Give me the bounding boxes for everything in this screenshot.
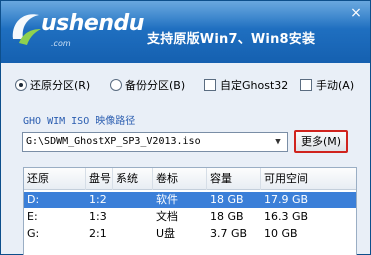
image-path-value: G:\SDWM_GhostXP_SP3_V2013.iso <box>26 136 201 147</box>
cell-system <box>113 192 153 208</box>
restore-radio[interactable] <box>15 79 27 91</box>
image-path-combobox[interactable]: G:\SDWM_GhostXP_SP3_V2013.iso ▼ <box>22 132 288 152</box>
backup-label: 备份分区(B) <box>125 79 186 92</box>
cell-capacity: 18 GB <box>210 193 244 206</box>
manual-option[interactable]: 手动(A) <box>300 75 354 95</box>
cell-free: 10 GB <box>264 227 298 240</box>
custom-ghost-option[interactable]: 自定Ghost32 <box>204 75 288 95</box>
manual-checkbox[interactable] <box>300 79 312 91</box>
mode-options: 还原分区(R) 备份分区(B) 自定Ghost32 手动(A) <box>13 75 360 95</box>
cell-system <box>113 209 153 225</box>
column-header[interactable]: 容量 <box>207 168 261 190</box>
table-row[interactable]: E: 1:3 文档 18 GB 16.3 GB <box>24 209 356 225</box>
logo-swoosh-icon <box>12 14 41 45</box>
cell-restore: E: <box>27 210 38 223</box>
column-header[interactable]: 可用空间 <box>261 168 356 190</box>
column-header[interactable]: 盘号 <box>86 168 113 190</box>
more-button[interactable]: 更多(M) <box>294 130 348 153</box>
close-button[interactable]: × <box>348 5 364 21</box>
restore-label: 还原分区(R) <box>30 79 91 92</box>
header-banner: ushendu .com 支持原版Win7、Win8安装 × <box>1 1 370 63</box>
table-row[interactable]: G: 2:1 U盘 3.7 GB 10 GB <box>24 226 356 242</box>
cell-capacity: 3.7 GB <box>210 227 248 240</box>
cell-disk: 2:1 <box>89 227 107 240</box>
backup-radio[interactable] <box>110 79 122 91</box>
cell-restore: D: <box>27 193 40 206</box>
logo-subtext: .com <box>51 39 71 48</box>
column-header[interactable]: 还原 <box>24 168 86 190</box>
table-row[interactable]: D: 1:2 软件 18 GB 17.9 GB <box>24 192 356 208</box>
cell-label: U盘 <box>156 227 176 240</box>
logo-text: ushendu <box>41 11 144 36</box>
manual-label: 手动(A) <box>316 79 355 92</box>
cell-system <box>113 226 153 242</box>
column-header[interactable]: 系统 <box>113 168 153 190</box>
cell-restore: G: <box>27 227 40 240</box>
restore-option[interactable]: 还原分区(R) <box>15 75 90 95</box>
table-header: 还原 盘号 系统 卷标 容量 可用空间 <box>24 168 356 190</box>
app-window: ushendu .com 支持原版Win7、Win8安装 × 还原分区(R) 备… <box>0 0 371 255</box>
custom-ghost-label: 自定Ghost32 <box>220 79 289 92</box>
image-path-label: GHO WIM ISO 映像路径 <box>23 116 136 127</box>
cell-free: 16.3 GB <box>264 210 309 223</box>
tagline: 支持原版Win7、Win8安装 <box>147 32 316 47</box>
partition-table: 还原 盘号 系统 卷标 容量 可用空间 D: 1:2 软件 18 GB 17.9… <box>23 167 357 255</box>
cell-capacity: 18 GB <box>210 210 244 223</box>
column-header[interactable]: 卷标 <box>153 168 207 190</box>
chevron-down-icon[interactable]: ▼ <box>271 133 285 151</box>
cell-label: 文档 <box>156 210 178 223</box>
backup-option[interactable]: 备份分区(B) <box>110 75 185 95</box>
cell-disk: 1:3 <box>89 210 107 223</box>
custom-ghost-checkbox[interactable] <box>204 79 216 91</box>
cell-free: 17.9 GB <box>264 193 309 206</box>
logo: ushendu .com <box>9 7 144 53</box>
cell-label: 软件 <box>156 193 178 206</box>
cell-disk: 1:2 <box>89 193 107 206</box>
